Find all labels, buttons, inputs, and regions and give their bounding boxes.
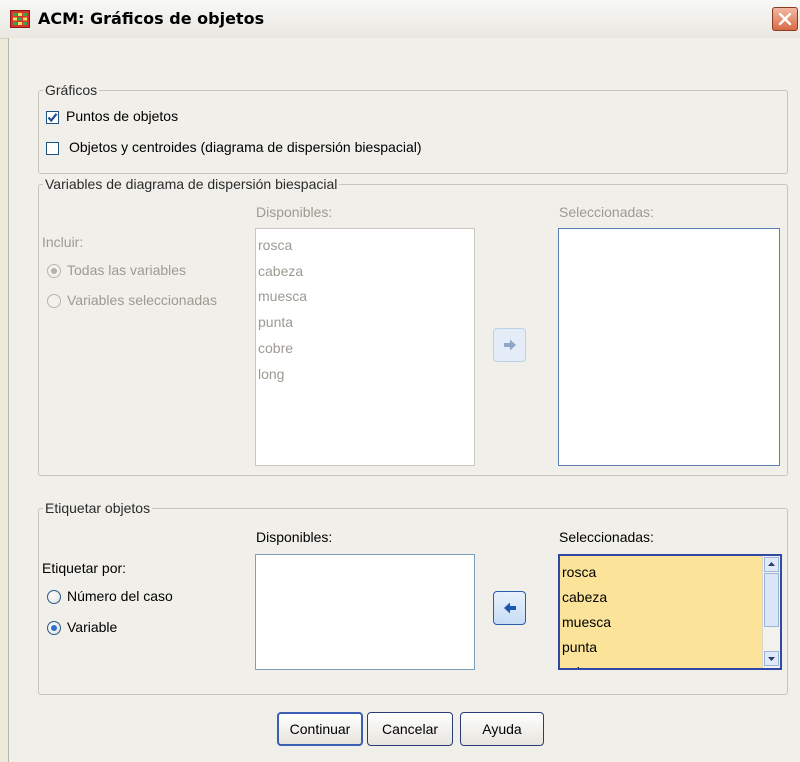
case-number-radio[interactable] <box>47 590 61 604</box>
dialog-body: Gráficos Puntos de objetos Objetos y cen… <box>8 38 800 762</box>
checkmark-icon <box>47 113 58 123</box>
all-variables-label[interactable]: Todas las variables <box>67 262 186 278</box>
app-grid-icon <box>10 10 30 28</box>
dialog-window: ACM: Gráficos de objetos Gráficos Puntos… <box>0 0 800 762</box>
arrow-left-icon <box>504 602 516 614</box>
graficos-legend: Gráficos <box>45 82 98 98</box>
biplot-selected-label: Seleccionadas: <box>559 204 654 220</box>
list-item[interactable]: cobre <box>258 340 293 356</box>
help-button[interactable]: Ayuda <box>460 712 544 746</box>
include-label: Incluir: <box>42 234 84 250</box>
label-by-label: Etiquetar por: <box>42 560 127 576</box>
biplot-legend: Variables de diagrama de dispersión bies… <box>45 176 338 192</box>
scroll-down-icon <box>768 657 775 661</box>
arrow-right-icon <box>504 339 516 351</box>
scroll-down-button[interactable] <box>764 651 779 666</box>
selected-variables-label[interactable]: Variables seleccionadas <box>67 292 217 308</box>
label-move-left-button[interactable] <box>493 591 526 625</box>
title-bar[interactable]: ACM: Gráficos de objetos <box>0 0 800 39</box>
scroll-up-icon <box>768 562 775 566</box>
label-selected-list[interactable]: rosca cabeza muesca punta cobre <box>558 554 782 670</box>
selected-variables-radio[interactable] <box>47 294 61 308</box>
graficos-group: Gráficos <box>38 82 788 174</box>
vertical-scrollbar[interactable] <box>762 556 780 668</box>
label-selected-label: Seleccionadas: <box>559 529 654 545</box>
variable-radio[interactable] <box>47 621 61 635</box>
biplot-available-list[interactable]: rosca cabeza muesca punta cobre long <box>255 228 475 466</box>
list-item[interactable]: cobre <box>562 664 597 668</box>
biplot-selected-list[interactable] <box>558 228 780 466</box>
list-item[interactable]: rosca <box>258 237 292 253</box>
label-available-list[interactable] <box>255 554 475 670</box>
variable-label[interactable]: Variable <box>67 619 117 635</box>
continue-button[interactable]: Continuar <box>277 712 363 746</box>
list-item[interactable]: cabeza <box>258 263 303 279</box>
list-item[interactable]: long <box>258 366 284 382</box>
list-item[interactable]: cabeza <box>562 589 607 605</box>
case-number-label[interactable]: Número del caso <box>67 588 173 604</box>
scroll-thumb[interactable] <box>764 573 779 627</box>
all-variables-radio[interactable] <box>47 264 61 278</box>
label-available-label: Disponibles: <box>256 529 333 545</box>
close-button[interactable] <box>772 7 798 31</box>
list-item[interactable]: punta <box>562 639 597 655</box>
puntos-label[interactable]: Puntos de objetos <box>66 108 178 124</box>
objetos-centroides-checkbox[interactable] <box>46 142 59 155</box>
list-item[interactable]: punta <box>258 314 293 330</box>
biplot-available-label: Disponibles: <box>256 204 333 220</box>
puntos-checkbox[interactable] <box>46 111 59 124</box>
label-objects-legend: Etiquetar objetos <box>45 500 151 516</box>
list-item[interactable]: muesca <box>258 288 307 304</box>
scroll-up-button[interactable] <box>764 557 779 572</box>
close-icon <box>778 12 792 26</box>
list-item[interactable]: muesca <box>562 614 611 630</box>
window-title: ACM: Gráficos de objetos <box>38 9 265 28</box>
list-item[interactable]: rosca <box>562 564 596 580</box>
objetos-centroides-label[interactable]: Objetos y centroides (diagrama de disper… <box>69 139 422 155</box>
biplot-move-right-button[interactable] <box>493 328 526 362</box>
cancel-button[interactable]: Cancelar <box>367 712 453 746</box>
